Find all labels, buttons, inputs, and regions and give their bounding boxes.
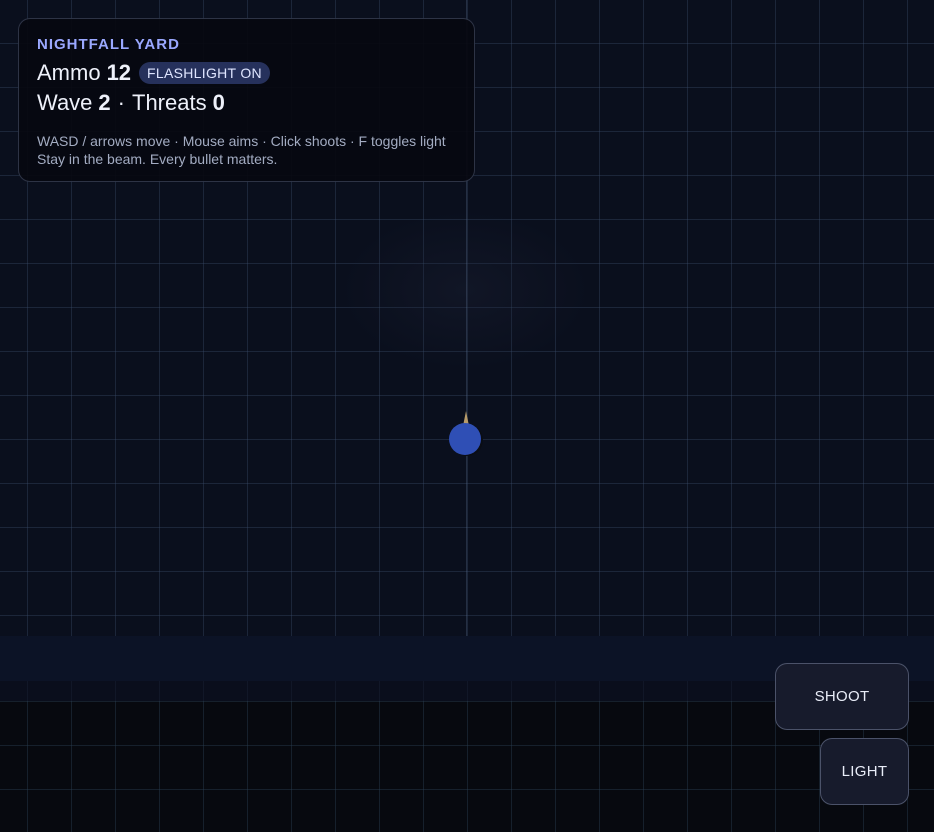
hud-panel: NIGHTFALL YARD Ammo 12 FLASHLIGHT ON Wav… — [18, 18, 475, 182]
ammo-value: 12 — [106, 60, 132, 85]
stat-separator: · — [117, 90, 125, 115]
help-tip: Stay in the beam. Every bullet matters. — [37, 151, 278, 167]
player-body — [449, 423, 481, 455]
player — [448, 411, 484, 457]
threats-value: 0 — [212, 90, 225, 115]
wave-value: 2 — [98, 90, 111, 115]
flashlight-status-badge: FLASHLIGHT ON — [139, 62, 270, 84]
wave-row: Wave 2 · Threats 0 — [37, 88, 456, 118]
game-title: NIGHTFALL YARD — [37, 36, 180, 53]
flashlight-beam — [340, 210, 590, 370]
help-controls: WASD / arrows move · Mouse aims · Click … — [37, 133, 446, 149]
shoot-button[interactable]: SHOOT — [775, 663, 909, 730]
wave-label: Wave — [37, 90, 93, 115]
ammo-label: Ammo — [37, 60, 101, 85]
ammo-row: Ammo 12 FLASHLIGHT ON — [37, 58, 456, 88]
threats-label: Threats — [132, 90, 207, 115]
game-canvas[interactable]: NIGHTFALL YARD Ammo 12 FLASHLIGHT ON Wav… — [0, 0, 934, 832]
light-button[interactable]: LIGHT — [820, 738, 909, 805]
help-text: WASD / arrows move · Mouse aims · Click … — [37, 132, 456, 168]
